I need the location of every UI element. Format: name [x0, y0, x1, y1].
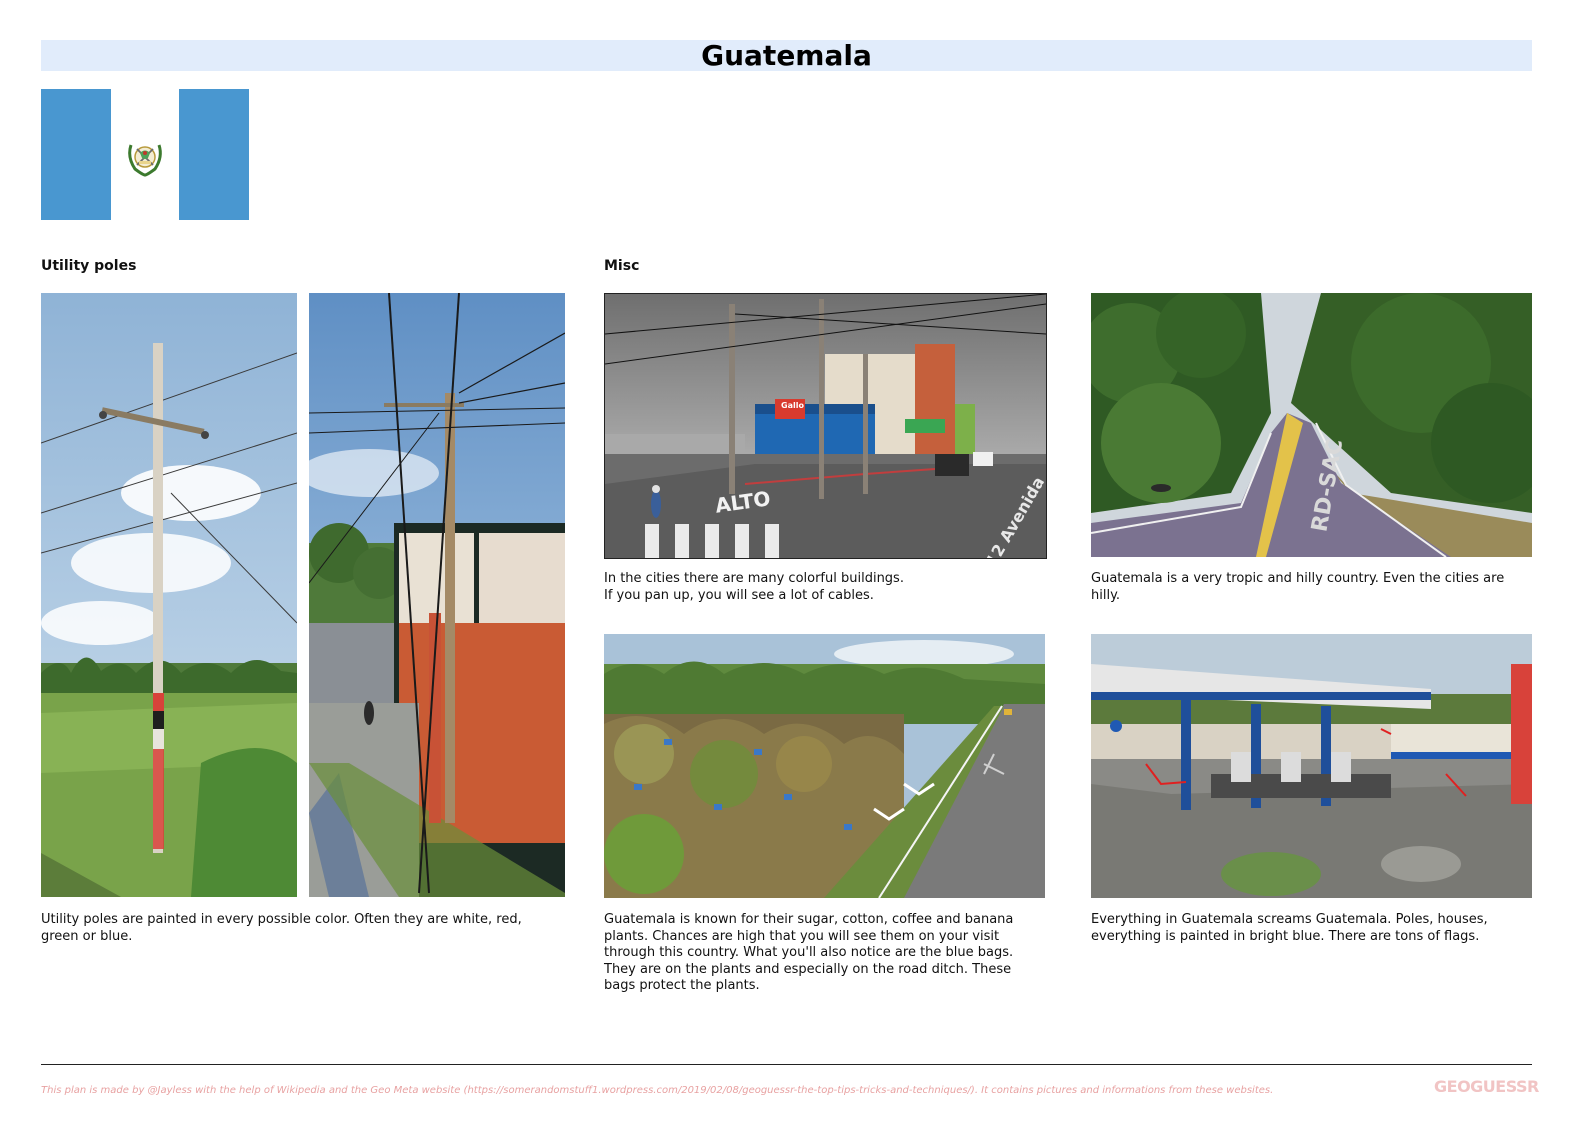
caption-tropic: Guatemala is a very tropic and hilly cou… [1091, 571, 1505, 603]
caption-everything: Everything in Guatemala screams Guatemal… [1091, 912, 1488, 944]
photo-tropical-road: RD-SAC [1091, 293, 1532, 557]
caption-plants: Guatemala is known for their sugar, cott… [604, 912, 1014, 993]
photo-utility-pole-field [41, 293, 297, 897]
page-title: Guatemala [41, 40, 1532, 71]
photo-gas-station [1091, 634, 1532, 898]
caption-utility-poles: Utility poles are painted in every possi… [41, 912, 522, 944]
store-sign-text: Gallo [781, 401, 804, 410]
guatemala-coat-of-arms-icon [128, 144, 162, 177]
photo-utility-pole-street [309, 293, 565, 897]
photo-city-street: Gallo ALTO 12 Avenida [604, 293, 1047, 559]
geoguessr-logo: GEOGUESSR [1434, 1077, 1539, 1096]
photo-banana-plantation [604, 634, 1045, 898]
section-heading-utility-poles: Utility poles [41, 258, 137, 274]
footer-credit: This plan is made by @Jayless with the h… [41, 1085, 1274, 1096]
footer-divider [41, 1064, 1532, 1065]
flag-blue-band-right [179, 89, 249, 220]
guatemala-flag [41, 89, 249, 220]
caption-cities: In the cities there are many colorful bu… [604, 571, 904, 603]
section-heading-misc: Misc [604, 258, 640, 274]
flag-blue-band-left [41, 89, 111, 220]
